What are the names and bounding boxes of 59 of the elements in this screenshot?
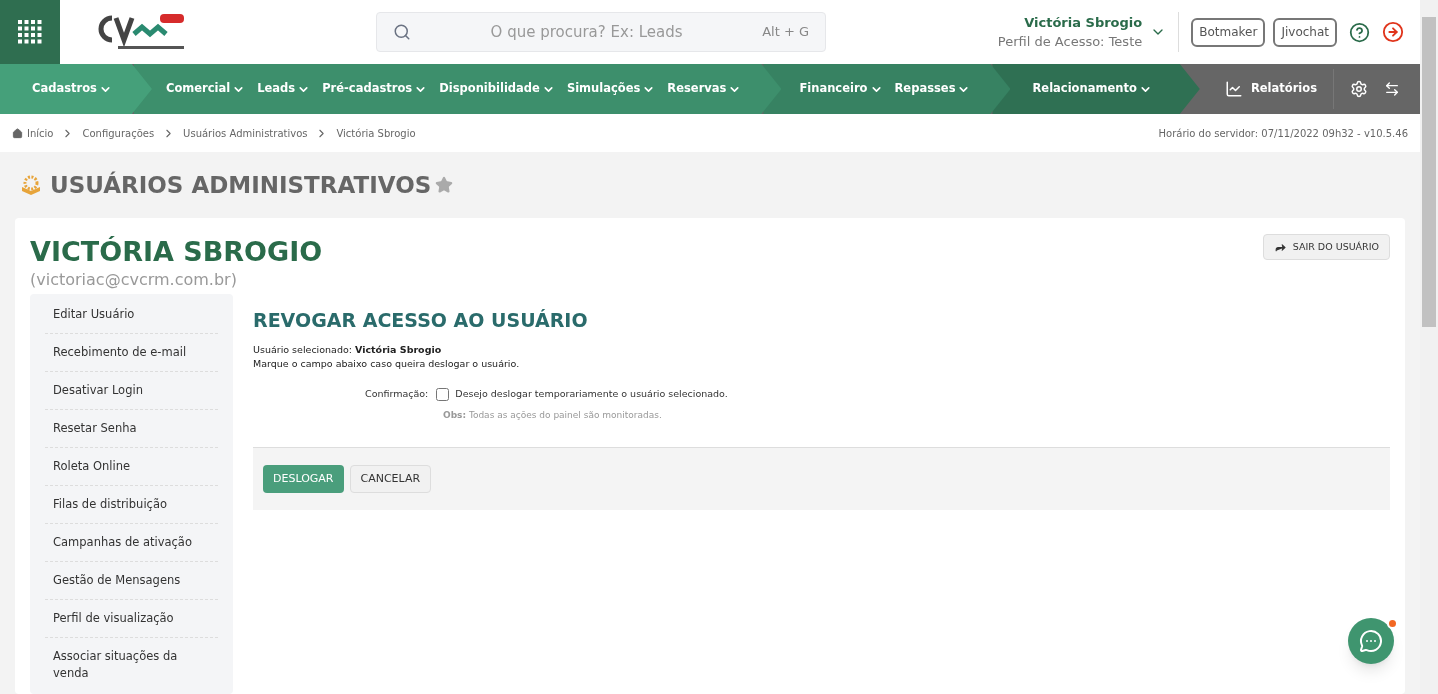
side-menu-item[interactable]: Resetar Senha	[45, 410, 218, 448]
nav-menu-item[interactable]: Cadastros	[32, 80, 112, 98]
logo-icon	[96, 12, 186, 52]
swap-icon[interactable]	[1384, 81, 1400, 97]
search-icon	[393, 23, 411, 41]
settings-icon[interactable]	[1350, 80, 1368, 98]
favorite-star-icon[interactable]	[435, 176, 454, 194]
confirm-label: Confirmação:	[365, 387, 429, 401]
grid-icon	[18, 20, 42, 44]
selected-user-text: Usuário selecionado: Victória Sbrogio	[253, 342, 443, 357]
form-button[interactable]: DESLOGAR	[263, 464, 344, 493]
nav-menu-item[interactable]: Comercial	[165, 80, 246, 98]
user-name: Victória Sbrogio	[1024, 13, 1143, 32]
side-menu-item[interactable]: Associar situações da venda	[45, 638, 218, 692]
user-profile: Perfil de Acesso: Teste	[997, 33, 1143, 51]
nav-menu-item[interactable]: Leads	[257, 80, 311, 98]
gear-box-icon	[20, 175, 42, 195]
line-chart-icon	[1224, 80, 1243, 98]
page-title: USUÁRIOS ADMINISTRATIVOS	[50, 170, 432, 200]
header-button[interactable]: Jivochat	[1273, 17, 1337, 47]
user-full-name: VICTÓRIA SBROGIO	[30, 235, 323, 269]
server-time: Horário do servidor: 07/11/2022 09h32 - v10.5.46	[1158, 126, 1408, 141]
note-text: Obs: Todas as ações do painel são monitoradas.	[443, 409, 663, 423]
header-button[interactable]: Botmaker	[1191, 17, 1266, 47]
confirm-checkbox[interactable]	[436, 387, 450, 401]
side-menu-item[interactable]: Campanhas de ativação	[45, 524, 218, 562]
breadcrumb-link[interactable]: Início	[27, 125, 54, 141]
user-email: (victoriac@cvcrm.com.br)	[30, 270, 238, 290]
side-menu-item[interactable]: Perfil de visualização	[45, 600, 218, 638]
instruction-text: Marque o campo abaixo caso queira deslogar o usuário.	[253, 356, 521, 371]
side-menu-item[interactable]: Editar Usuário	[45, 296, 218, 334]
nav-menu-item[interactable]: Simulações	[566, 80, 656, 98]
exit-user-button[interactable]: SAIR DO USUÁRIO	[1262, 234, 1390, 260]
home-icon	[12, 127, 23, 139]
help-icon[interactable]	[1349, 21, 1370, 43]
reports-link[interactable]: Relatórios	[1208, 80, 1333, 98]
checkbox-label: Desejo deslogar temporariamente o usuário selecionado.	[455, 387, 728, 401]
breadcrumb-link[interactable]: Usuários Administrativos	[183, 125, 308, 141]
side-menu-item[interactable]: Gestão de Mensagens	[45, 562, 218, 600]
nav-menu-item[interactable]: Pré-cadastros	[322, 80, 428, 98]
form-button[interactable]: CANCELAR	[349, 464, 432, 493]
breadcrumb-link[interactable]: Configurações	[82, 125, 155, 141]
apps-menu-button[interactable]	[0, 0, 60, 64]
nav-menu-item[interactable]: Relacionamento	[1032, 80, 1152, 98]
side-menu-item[interactable]: Filas de distribuição	[45, 486, 218, 524]
logout-icon[interactable]	[1382, 21, 1404, 43]
chat-icon	[1359, 629, 1383, 653]
section-title: REVOGAR ACESSO AO USUÁRIO	[253, 308, 589, 333]
breadcrumb-link[interactable]: Victória Sbrogio	[336, 125, 416, 141]
search-input[interactable]: O que procura? Ex: Leads	[411, 20, 763, 44]
side-menu-item[interactable]: Desativar Login	[45, 372, 218, 410]
nav-menu-item[interactable]: Disponibilidade	[439, 80, 555, 98]
side-menu-item[interactable]: Roleta Online	[45, 448, 218, 486]
side-menu-item[interactable]: Recebimento de e-mail	[45, 334, 218, 372]
shortcut-hint: Alt + G	[762, 23, 809, 42]
nav-menu-item[interactable]: Reservas	[667, 80, 742, 98]
nav-menu-item[interactable]: Financeiro	[799, 80, 883, 98]
nav-menu-item[interactable]: Repasses	[894, 80, 971, 98]
search-field[interactable]: O que procura? Ex: Leads Alt + G	[376, 12, 826, 52]
